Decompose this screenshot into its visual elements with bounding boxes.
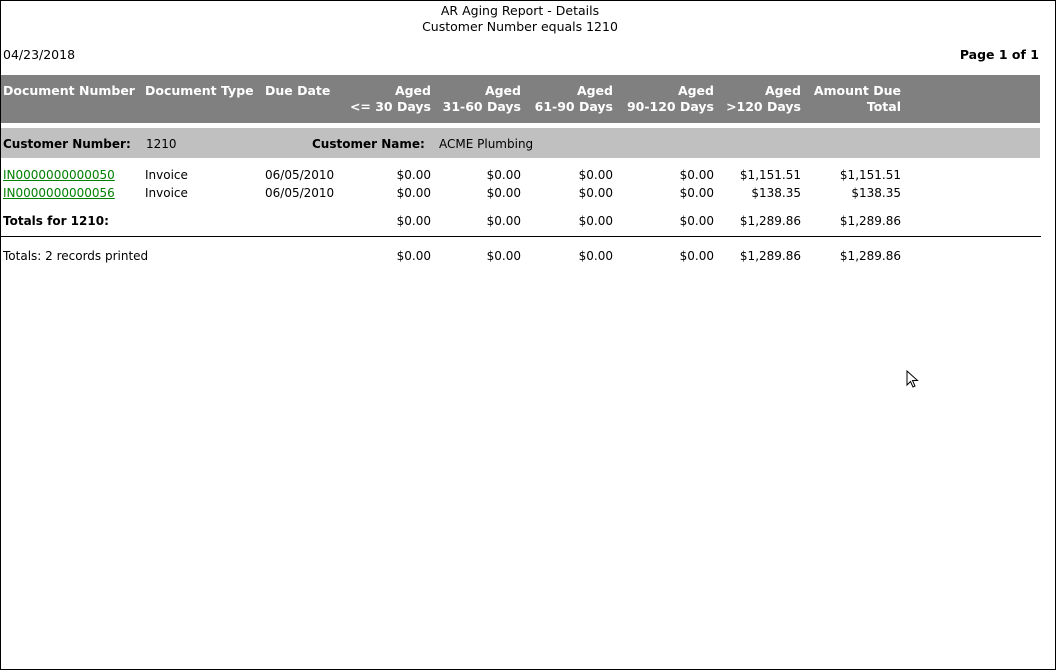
aged-90: $0.00 [578, 214, 613, 228]
aged-60: $0.00 [486, 186, 521, 200]
aged-over-120: $1,289.86 [739, 249, 801, 263]
mouse-cursor-icon [906, 370, 919, 388]
customer-totals-row: Totals for 1210: $0.00 $0.00 $0.00 $0.00… [0, 214, 1040, 230]
aged-90: $0.00 [578, 168, 613, 182]
page-indicator: Page 1 of 1 [959, 47, 1039, 62]
document-type: Invoice [145, 168, 188, 182]
aged-90: $0.00 [578, 186, 613, 200]
document-link[interactable]: IN0000000000050 [3, 168, 115, 182]
grand-totals-row: Totals: 2 records printed $0.00 $0.00 $0… [0, 249, 1040, 265]
aged-120: $0.00 [679, 214, 714, 228]
aged-60: $0.00 [486, 168, 521, 182]
customer-name: ACME Plumbing [439, 137, 534, 151]
col-aged-over-120: Aged >120 Days [726, 83, 801, 114]
amount-due-total: $138.35 [851, 186, 901, 200]
customer-name-label: Customer Name: [312, 137, 425, 151]
aged-30: $0.00 [396, 186, 431, 200]
col-document-type: Document Type [145, 83, 254, 98]
aged-30: $0.00 [396, 214, 431, 228]
customer-number-label: Customer Number: [3, 137, 131, 151]
aged-over-120: $1,151.51 [739, 168, 801, 182]
table-row: IN0000000000050 Invoice 06/05/2010 $0.00… [0, 168, 1040, 184]
col-amount-due-total: Amount Due Total [813, 83, 901, 114]
col-due-date: Due Date [265, 83, 331, 98]
divider [1, 236, 1041, 237]
aged-60: $0.00 [486, 249, 521, 263]
aged-120: $0.00 [679, 249, 714, 263]
aged-30: $0.00 [396, 168, 431, 182]
customer-group-header: Customer Number: 1210 Customer Name: ACM… [1, 128, 1040, 158]
aged-over-120: $1,289.86 [739, 214, 801, 228]
amount-due-total: $1,289.86 [839, 214, 901, 228]
col-document-number: Document Number [3, 83, 135, 98]
due-date: 06/05/2010 [265, 186, 335, 200]
customer-totals-label: Totals for 1210: [3, 214, 109, 228]
customer-number: 1210 [146, 137, 177, 151]
aged-90: $0.00 [578, 249, 613, 263]
amount-due-total: $1,151.51 [839, 168, 901, 182]
col-aged-60: Aged 31-60 Days [442, 83, 521, 114]
report-date: 04/23/2018 [3, 47, 76, 62]
table-row: IN0000000000056 Invoice 06/05/2010 $0.00… [0, 186, 1040, 202]
document-type: Invoice [145, 186, 188, 200]
aged-30: $0.00 [396, 249, 431, 263]
aged-60: $0.00 [486, 214, 521, 228]
column-header-bar: Document Number Document Type Due Date A… [1, 75, 1040, 123]
col-aged-30: Aged <= 30 Days [349, 83, 431, 114]
aged-120: $0.00 [679, 168, 714, 182]
col-aged-90: Aged 61-90 Days [534, 83, 613, 114]
due-date: 06/05/2010 [265, 168, 335, 182]
report-subtitle: Customer Number equals 1210 [422, 19, 618, 34]
grand-totals-label: Totals: 2 records printed [3, 249, 149, 263]
document-link[interactable]: IN0000000000056 [3, 186, 115, 200]
aged-over-120: $138.35 [751, 186, 801, 200]
aged-120: $0.00 [679, 186, 714, 200]
report-title: AR Aging Report - Details [440, 3, 600, 18]
amount-due-total: $1,289.86 [839, 249, 901, 263]
col-aged-120: Aged 90-120 Days [626, 83, 714, 114]
